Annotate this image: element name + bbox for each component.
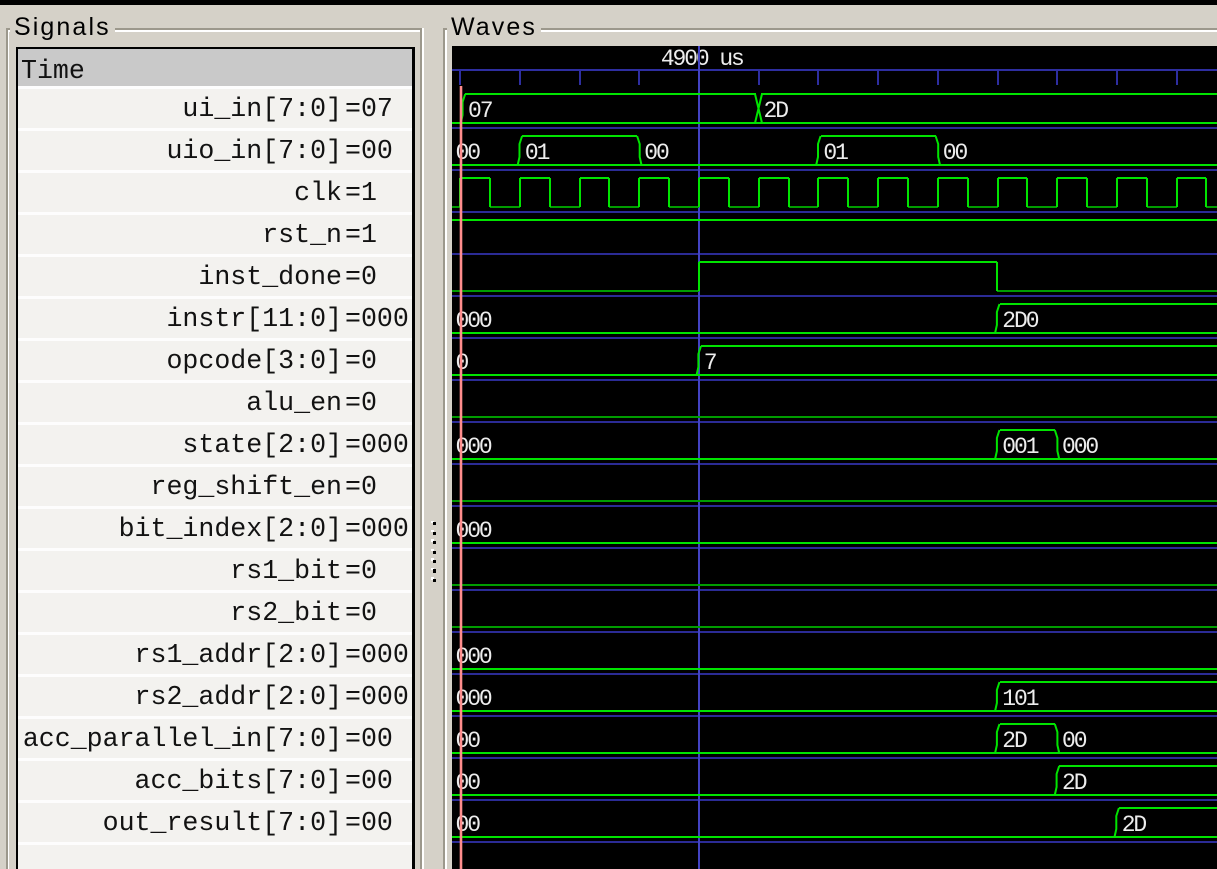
svg-text:00: 00 xyxy=(644,140,669,166)
svg-text:2D: 2D xyxy=(1122,812,1147,838)
svg-text:7: 7 xyxy=(704,350,716,376)
svg-text:00: 00 xyxy=(456,770,481,796)
svg-text:2D0: 2D0 xyxy=(1002,308,1038,334)
svg-text:101: 101 xyxy=(1002,686,1038,712)
svg-text:4900 us: 4900 us xyxy=(661,46,743,72)
svg-text:00: 00 xyxy=(456,140,481,166)
svg-text:000: 000 xyxy=(1062,434,1098,460)
svg-text:2D: 2D xyxy=(1062,770,1087,796)
svg-text:00: 00 xyxy=(1062,728,1087,754)
svg-text:01: 01 xyxy=(525,140,550,166)
svg-text:00: 00 xyxy=(943,140,968,166)
svg-text:2D: 2D xyxy=(764,98,789,124)
svg-text:07: 07 xyxy=(468,98,492,124)
svg-text:2D: 2D xyxy=(1002,728,1027,754)
svg-text:01: 01 xyxy=(823,140,848,166)
svg-text:00: 00 xyxy=(456,728,481,754)
svg-text:001: 001 xyxy=(1002,434,1038,460)
svg-text:00: 00 xyxy=(456,812,481,838)
